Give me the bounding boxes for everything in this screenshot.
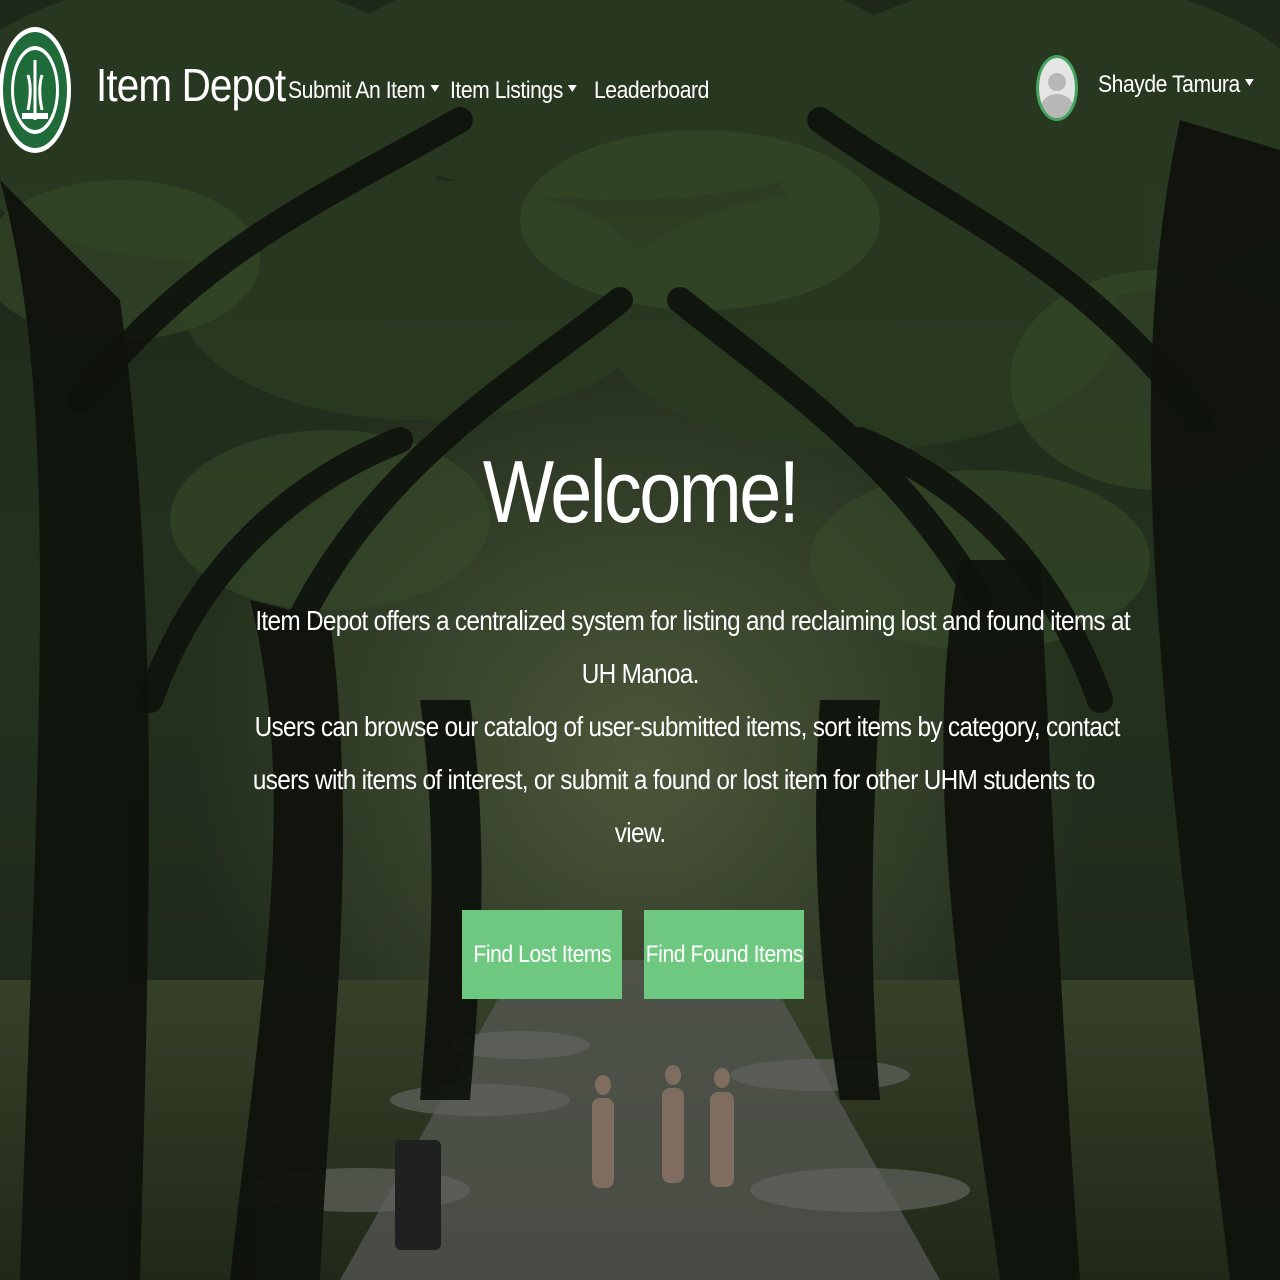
nav-submit-item-label: Submit An Item: [288, 77, 426, 104]
uh-seal-icon[interactable]: [0, 25, 74, 155]
user-name-label: Shayde Tamura: [1098, 71, 1240, 98]
hero-description: Item Depot offers a centralized system f…: [190, 594, 1131, 859]
user-menu[interactable]: Shayde Tamura: [1036, 55, 1275, 121]
find-found-items-button[interactable]: Find Found Items: [644, 910, 804, 999]
hero-paragraph-1: Item Depot offers a centralized system f…: [190, 594, 1130, 700]
hero-paragraph-2-line-1: Users can browse our catalog of user-sub…: [254, 711, 1121, 742]
avatar-body: [1041, 94, 1073, 118]
find-lost-items-button[interactable]: Find Lost Items: [462, 910, 622, 999]
caret-down-icon: [1245, 78, 1254, 86]
nav-leaderboard-label: Leaderboard: [594, 77, 709, 104]
caret-down-icon: [430, 84, 440, 92]
hero-title: Welcome!: [482, 442, 800, 541]
navbar: Item Depot Submit An Item Item Listings …: [0, 0, 1280, 180]
avatar-head: [1048, 73, 1066, 91]
nav-item-listings-label: Item Listings: [450, 77, 563, 104]
nav-submit-item-dropdown[interactable]: Submit An Item: [288, 77, 440, 105]
hero-paragraph-1-line-1: Item Depot offers a centralized system f…: [255, 605, 1130, 636]
hero-paragraph-2-line-3: view.: [614, 817, 666, 848]
landing-page: Item Depot Submit An Item Item Listings …: [0, 0, 1280, 1280]
user-avatar-icon[interactable]: [1036, 55, 1078, 121]
find-found-items-label: Find Found Items: [645, 940, 803, 968]
hero-paragraph-1-line-2: UH Manoa.: [581, 658, 700, 689]
brand-title[interactable]: Item Depot: [96, 57, 286, 113]
hero-buttons: Find Lost Items Find Found Items: [462, 910, 804, 999]
hero-paragraph-2: Users can browse our catalog of user-sub…: [190, 700, 1121, 859]
find-lost-items-label: Find Lost Items: [473, 940, 611, 968]
caret-down-icon: [568, 84, 577, 92]
nav-item-listings-dropdown[interactable]: Item Listings: [450, 77, 577, 105]
user-name-dropdown[interactable]: Shayde Tamura: [1098, 71, 1254, 99]
nav-leaderboard-link[interactable]: Leaderboard: [594, 77, 709, 105]
nav-links: Submit An Item Item Listings Leaderboard: [288, 74, 741, 108]
hero-paragraph-2-line-2: users with items of interest, or submit …: [252, 764, 1096, 795]
